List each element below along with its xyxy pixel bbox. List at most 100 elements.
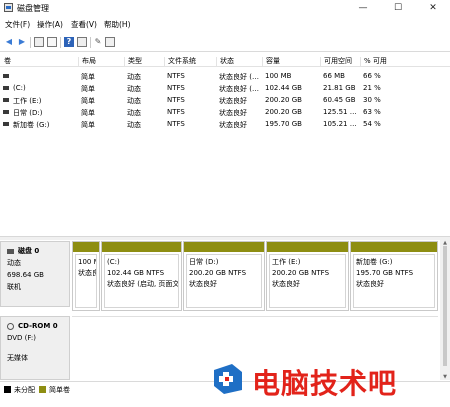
menu-help[interactable]: 帮助(H) [104, 19, 131, 30]
volume-list-header: 卷 布局 类型 文件系统 状态 容量 可用空间 % 可用 [0, 55, 450, 67]
partition-status: 状态良好 (启动, 页面文 [107, 280, 178, 288]
forward-arrow-icon[interactable]: ▶ [17, 37, 27, 47]
partition-c[interactable]: (C:) 102.44 GB NTFS 状态良好 (启动, 页面文 [101, 241, 182, 311]
partition-details: (C:) 102.44 GB NTFS 状态良好 (启动, 页面文 [104, 254, 179, 308]
cdrom-0-status: 无媒体 [7, 354, 28, 362]
volume-icon [3, 86, 9, 90]
column-header-type[interactable]: 类型 [124, 57, 142, 66]
cell-type: 动态 [127, 97, 141, 105]
column-header-filesystem[interactable]: 文件系统 [164, 57, 196, 66]
cell-status: 状态良好 (… [219, 85, 259, 93]
disk-list-icon[interactable] [105, 37, 115, 47]
partition-details: 日常 (D:) 200.20 GB NTFS 状态良好 [186, 254, 262, 308]
partition-label: 新加卷 (G:) [356, 258, 393, 266]
legend-label-simple: 简单卷 [49, 386, 70, 394]
cell-capacity: 195.70 GB [265, 120, 302, 128]
cell-type: 动态 [127, 73, 141, 81]
cell-capacity: 100 MB [265, 72, 292, 80]
partition-label: 日常 (D:) [189, 258, 219, 266]
help-icon[interactable]: ? [64, 37, 74, 47]
partition-system-reserved[interactable]: 100 M 状态良 [72, 241, 100, 311]
toolbar-separator [60, 37, 61, 48]
cell-capacity: 200.20 GB [265, 108, 302, 116]
partition-status: 状态良 [78, 269, 96, 277]
watermark: 电脑技术吧 [206, 358, 446, 402]
disk-0-label[interactable]: 磁盘 0 动态 698.64 GB 联机 [0, 241, 70, 307]
table-row[interactable]: (C:) 简单 动态 NTFS 状态良好 (… 102.44 GB 21.81 … [0, 82, 450, 94]
partition-size: 200.20 GB NTFS [272, 269, 330, 277]
cell-status: 状态良好 (… [219, 73, 259, 81]
cell-capacity: 200.20 GB [265, 96, 302, 104]
table-row[interactable]: 简单 动态 NTFS 状态良好 (… 100 MB 66 MB 66 % [0, 70, 450, 82]
table-row[interactable]: 日常 (D:) 简单 动态 NTFS 状态良好 200.20 GB 125.51… [0, 106, 450, 118]
volume-icon [3, 98, 9, 102]
cd-drive-icon [7, 322, 14, 330]
cell-capacity: 102.44 GB [265, 84, 302, 92]
cell-free-space: 105.21 … [323, 120, 357, 128]
menu-view[interactable]: 查看(V) [71, 19, 97, 30]
maximize-button[interactable]: ☐ [385, 0, 411, 16]
legend-label-unallocated: 未分配 [14, 386, 35, 394]
hard-disk-icon [7, 248, 14, 254]
cdrom-0-label[interactable]: CD-ROM 0 DVD (F:) 无媒体 [0, 316, 70, 380]
cell-percent-free: 21 % [363, 84, 381, 92]
cell-filesystem: NTFS [167, 120, 185, 128]
cell-filesystem: NTFS [167, 108, 185, 116]
table-row[interactable]: 工作 (E:) 简单 动态 NTFS 状态良好 200.20 GB 60.45 … [0, 94, 450, 106]
volume-icon [3, 122, 9, 126]
partition-g[interactable]: 新加卷 (G:) 195.70 GB NTFS 状态良好 [350, 241, 438, 311]
cell-free-space: 21.81 GB [323, 84, 356, 92]
cell-filesystem: NTFS [167, 72, 185, 80]
partition-size: 102.44 GB NTFS [107, 269, 165, 277]
partition-details: 新加卷 (G:) 195.70 GB NTFS 状态良好 [353, 254, 435, 308]
window-title: 磁盘管理 [17, 4, 49, 13]
cell-layout: 简单 [81, 121, 95, 129]
view-icon[interactable] [77, 37, 87, 47]
volume-icon [3, 74, 9, 78]
partition-status: 状态良好 [272, 280, 300, 288]
partition-e[interactable]: 工作 (E:) 200.20 GB NTFS 状态良好 [266, 241, 349, 311]
cdrom-0-title: CD-ROM 0 [7, 320, 69, 332]
cell-filesystem: NTFS [167, 84, 185, 92]
toolbar-separator [90, 37, 91, 48]
menu-file[interactable]: 文件(F) [5, 19, 30, 30]
title-bar: 磁盘管理 — ☐ ✕ [0, 0, 450, 16]
disk-0-status: 联机 [7, 283, 21, 291]
cdrom-0-spacer [7, 344, 69, 352]
scrollbar-thumb[interactable] [443, 246, 447, 366]
cell-filesystem: NTFS [167, 96, 185, 104]
back-arrow-icon[interactable]: ◀ [4, 37, 14, 47]
table-row[interactable]: 新加卷 (G:) 简单 动态 NTFS 状态良好 195.70 GB 105.2… [0, 118, 450, 130]
properties-icon[interactable] [47, 37, 57, 47]
toolbar: ◀ ▶ ? ✎ [0, 33, 450, 52]
partition-status: 状态良好 [356, 280, 384, 288]
cell-status: 状态良好 [219, 109, 247, 117]
close-button[interactable]: ✕ [420, 0, 446, 16]
partition-size: 200.20 GB NTFS [189, 269, 247, 277]
column-header-layout[interactable]: 布局 [78, 57, 96, 66]
partition-type-bar [351, 242, 437, 252]
cell-volume: 新加卷 (G:) [13, 121, 50, 129]
menu-action[interactable]: 操作(A) [37, 19, 63, 30]
column-header-free-space[interactable]: 可用空间 [320, 57, 352, 66]
column-header-status[interactable]: 状态 [216, 57, 234, 66]
column-header-percent-free[interactable]: % 可用 [360, 57, 387, 66]
cell-type: 动态 [127, 109, 141, 117]
partition-d[interactable]: 日常 (D:) 200.20 GB NTFS 状态良好 [183, 241, 265, 311]
cell-percent-free: 30 % [363, 96, 381, 104]
partition-size: 195.70 GB NTFS [356, 269, 414, 277]
cdrom-0-type: DVD (F:) [7, 334, 36, 342]
volume-list: 卷 布局 类型 文件系统 状态 容量 可用空间 % 可用 简单 动态 NTFS … [0, 55, 450, 235]
partition-type-bar [73, 242, 99, 252]
cell-percent-free: 63 % [363, 108, 381, 116]
partition-details: 100 M 状态良 [75, 254, 97, 308]
legend-swatch-unallocated [4, 386, 11, 393]
column-header-capacity[interactable]: 容量 [262, 57, 280, 66]
console-tree-icon[interactable] [34, 37, 44, 47]
toolbar-separator [30, 37, 31, 48]
rescan-icon[interactable]: ✎ [93, 37, 103, 47]
minimize-button[interactable]: — [350, 0, 376, 16]
disk-0-name: 磁盘 0 [18, 247, 40, 255]
column-header-volume[interactable]: 卷 [1, 57, 11, 66]
cell-status: 状态良好 [219, 97, 247, 105]
